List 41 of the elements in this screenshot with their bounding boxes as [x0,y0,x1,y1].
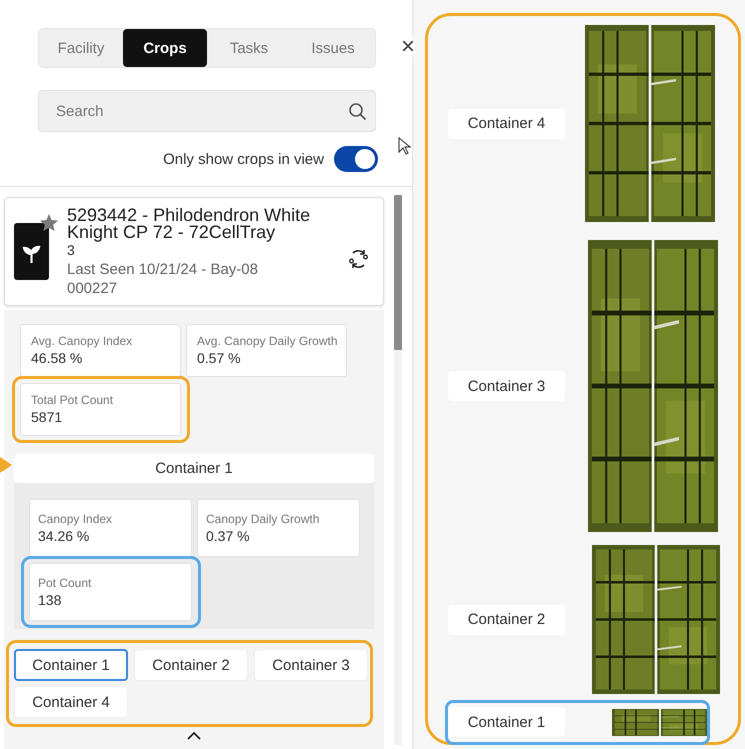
metric-label: Canopy Index [38,511,114,527]
search-icon [348,102,366,120]
close-button[interactable]: × [401,34,416,60]
toggle-label: Only show crops in view [163,150,324,168]
crop-title: 5293442 - Philodendron White Knight CP 72 - 72CellTray [67,207,312,241]
star-icon [40,214,58,231]
container-button[interactable]: Container 3 [254,649,368,681]
container-label[interactable]: Container 1 [448,707,565,737]
container-button[interactable]: Container 1 [14,649,128,681]
container-label[interactable]: Container 3 [448,371,565,401]
chevron-up-icon [187,731,201,740]
sync-icon [347,249,369,269]
tab[interactable]: Facility [39,29,123,67]
scrollbar[interactable] [394,195,402,745]
metric-value: 0.37 % [206,527,251,546]
tab[interactable]: Issues [291,29,375,67]
metric-label: Avg. Canopy Index [31,333,134,349]
metric-label: Total Pot Count [31,392,114,408]
tab[interactable]: Crops [123,29,207,67]
crop-detail: 3 [67,242,76,260]
metric-label: Pot Count [38,575,92,591]
search-field[interactable]: Search [38,90,376,132]
container-button[interactable]: Container 4 [14,686,128,718]
seedling-icon [14,223,49,280]
container-label[interactable]: Container 2 [448,604,565,634]
crop-detail: 000227 [67,279,118,298]
metric-value: 46.58 % [31,349,84,368]
metric-label: Avg. Canopy Daily Growth [197,333,339,349]
container-header: Container 1 [14,454,374,483]
metric-value: 138 [38,591,62,610]
tab[interactable]: Tasks [207,29,291,67]
container-button[interactable]: Container 2 [134,649,248,681]
cursor-icon [398,137,411,155]
crop-card[interactable]: 5293442 - Philodendron White Knight CP 72 - 72CellTray 3 Last Seen 10/21/24 - Bay-08 000227 [4,197,384,306]
metric-value: 0.57 % [197,349,242,368]
metric-value: 5871 [31,408,64,427]
metric-label: Canopy Daily Growth [206,511,320,527]
toggle-switch[interactable] [334,146,378,172]
container-label[interactable]: Container 4 [448,108,565,138]
crop-detail: Last Seen 10/21/24 - Bay-08 [67,260,259,279]
metric-value: 34.26 % [38,527,90,546]
